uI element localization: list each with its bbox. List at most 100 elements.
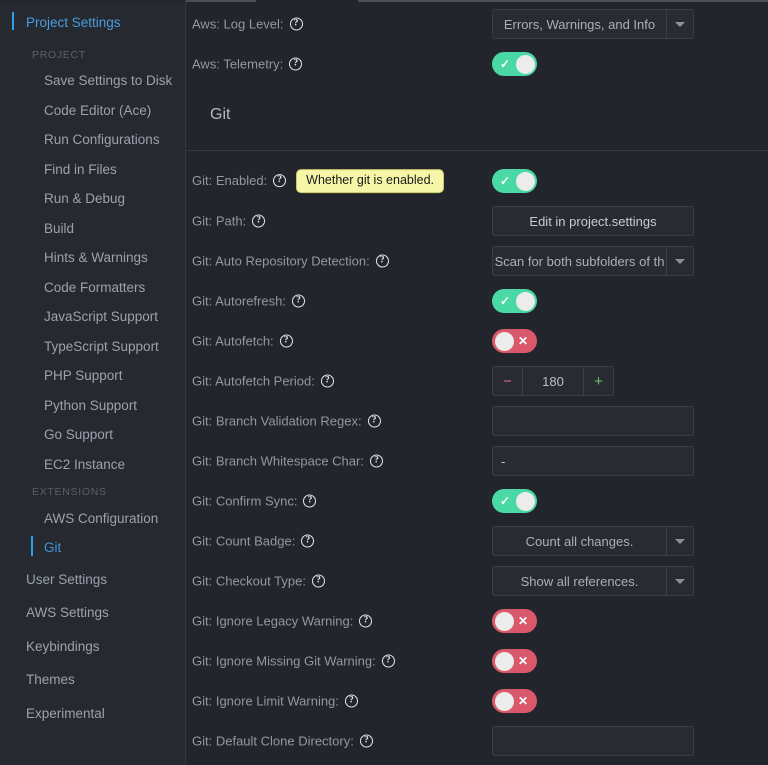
dropdown-arrow-box[interactable]	[666, 527, 693, 555]
sidebar-item-build[interactable]: Build	[0, 214, 185, 244]
sidebar-item-find-in-files[interactable]: Find in Files	[0, 155, 185, 185]
help-icon[interactable]: ?	[359, 734, 373, 748]
help-icon[interactable]: ?	[381, 654, 395, 668]
setting-label-group: Git: Enabled:? Whether git is enabled.	[192, 169, 445, 193]
text-input[interactable]	[492, 446, 694, 476]
sidebar-item-save-settings-to-disk[interactable]: Save Settings to Disk	[0, 66, 185, 96]
setting-label: Git: Autofetch Period:	[192, 373, 315, 389]
number-stepper[interactable]: −180 +	[492, 366, 614, 396]
setting-control: ✕	[492, 609, 537, 633]
toggle-knob	[494, 691, 514, 711]
help-icon[interactable]: ?	[359, 614, 373, 628]
help-icon[interactable]: ?	[279, 334, 293, 348]
stepper-value[interactable]: 180	[523, 367, 583, 395]
sidebar-item-aws-configuration[interactable]: AWS Configuration	[0, 504, 185, 534]
help-icon[interactable]: ?	[289, 57, 303, 71]
help-icon[interactable]: ?	[367, 414, 381, 428]
setting-label-group: Git: Ignore Legacy Warning:?	[192, 614, 373, 629]
stepper-decrement-button[interactable]: −	[493, 367, 523, 395]
dropdown-value: Count all changes.	[525, 533, 634, 549]
sidebar-item-label: Save Settings to Disk	[44, 73, 173, 88]
sidebar-item-ec2-instance[interactable]: EC2 Instance	[0, 450, 185, 480]
help-icon[interactable]: ?	[289, 17, 303, 31]
sidebar-item-keybindings[interactable]: Keybindings	[0, 630, 185, 664]
toggle-switch[interactable]: ✓	[492, 52, 537, 76]
dropdown-select[interactable]: Errors, Warnings, and Info	[492, 9, 694, 39]
setting-row: Git: Path:? Edit in project.settings	[186, 201, 768, 241]
dropdown-select[interactable]: Scan for both subfolders of th	[492, 246, 694, 276]
edit-in-project-settings-button[interactable]: Edit in project.settings	[492, 206, 694, 236]
setting-label: Git: Branch Validation Regex:	[192, 413, 362, 429]
sidebar-item-label: AWS Configuration	[44, 510, 159, 526]
cross-icon: ✕	[517, 614, 528, 628]
sidebar-item-run-debug[interactable]: Run & Debug	[0, 184, 185, 214]
sidebar-item-aws-settings[interactable]: AWS Settings	[0, 596, 185, 630]
sidebar-item-typescript-support[interactable]: TypeScript Support	[0, 332, 185, 362]
toggle-switch[interactable]: ✕	[492, 329, 537, 353]
help-icon[interactable]: ?	[344, 694, 358, 708]
check-icon: ✓	[500, 174, 511, 188]
dropdown-arrow-box[interactable]	[666, 567, 693, 595]
help-icon[interactable]: ?	[375, 254, 389, 268]
toggle-switch[interactable]: ✕	[492, 609, 537, 633]
chevron-down-icon	[675, 258, 685, 264]
sidebar-item-label: Keybindings	[26, 638, 100, 654]
toggle-switch[interactable]: ✓	[492, 169, 537, 193]
sidebar-item-label: Hints & Warnings	[44, 250, 148, 265]
button-label: Edit in project.settings	[529, 213, 657, 229]
sidebar-item-javascript-support[interactable]: JavaScript Support	[0, 302, 185, 332]
section-header-git: Git	[210, 106, 231, 123]
check-icon: ✓	[500, 294, 511, 308]
setting-label-group: Git: Autofetch:?	[192, 334, 293, 349]
cross-icon: ✕	[517, 654, 528, 668]
sidebar-item-themes[interactable]: Themes	[0, 663, 185, 697]
sidebar-item-label: PHP Support	[44, 368, 123, 383]
setting-row: Git: Default Clone Directory:?	[186, 721, 768, 761]
dropdown-arrow-box[interactable]	[666, 10, 693, 38]
help-icon[interactable]: ?	[252, 214, 266, 228]
toggle-switch[interactable]: ✕	[492, 649, 537, 673]
sidebar-item-project-settings[interactable]: Project Settings	[0, 4, 185, 42]
sidebar-item-python-support[interactable]: Python Support	[0, 391, 185, 421]
toggle-switch[interactable]: ✓	[492, 289, 537, 313]
help-icon[interactable]: ?	[273, 174, 287, 188]
sidebar-item-code-formatters[interactable]: Code Formatters	[0, 273, 185, 303]
dropdown-arrow-box[interactable]	[666, 247, 693, 275]
setting-label: Git: Default Clone Directory:	[192, 733, 354, 749]
setting-label: Git: Ignore Missing Git Warning:	[192, 653, 376, 669]
sidebar-item-label: Project Settings	[26, 15, 121, 30]
sidebar-item-label: TypeScript Support	[44, 338, 159, 354]
sidebar-item-code-editor-ace[interactable]: Code Editor (Ace)	[0, 96, 185, 126]
help-icon[interactable]: ?	[369, 454, 383, 468]
sidebar-item-git[interactable]: Git	[0, 533, 185, 563]
help-icon[interactable]: ?	[320, 374, 334, 388]
sidebar-item-go-support[interactable]: Go Support	[0, 420, 185, 450]
setting-label-group: Git: Confirm Sync:?	[192, 494, 317, 509]
dropdown-value: Show all references.	[520, 573, 639, 589]
dropdown-select[interactable]: Count all changes.	[492, 526, 694, 556]
sidebar-item-php-support[interactable]: PHP Support	[0, 361, 185, 391]
sidebar: Project Settings PROJECT Save Settings to …	[0, 0, 186, 765]
setting-label-group: Git: Branch Validation Regex:?	[192, 414, 381, 429]
help-icon[interactable]: ?	[311, 574, 325, 588]
sidebar-item-label: Build	[44, 220, 75, 236]
help-icon[interactable]: ?	[301, 534, 315, 548]
help-icon[interactable]: ?	[291, 294, 305, 308]
text-input[interactable]	[492, 726, 694, 756]
setting-control: ✓	[492, 489, 537, 513]
toggle-switch[interactable]: ✕	[492, 689, 537, 713]
settings-content[interactable]: Aws: Log Level:? Errors, Warnings, and In…	[186, 0, 768, 765]
text-input[interactable]	[492, 406, 694, 436]
sidebar-item-hints-warnings[interactable]: Hints & Warnings	[0, 243, 185, 273]
dropdown-select[interactable]: Show all references.	[492, 566, 694, 596]
stepper-increment-button[interactable]: +	[583, 367, 613, 395]
sidebar-item-experimental[interactable]: Experimental	[0, 697, 185, 731]
sidebar-item-user-settings[interactable]: User Settings	[0, 563, 185, 597]
sidebar-item-label: Run Configurations	[44, 132, 160, 147]
setting-row: Git: Checkout Type:? Show all references.	[186, 561, 768, 601]
sidebar-item-run-configurations[interactable]: Run Configurations	[0, 125, 185, 155]
check-icon: ✓	[500, 57, 511, 71]
toggle-switch[interactable]: ✓	[492, 489, 537, 513]
help-icon[interactable]: ?	[303, 494, 317, 508]
setting-label-group: Git: Auto Repository Detection:?	[192, 254, 389, 269]
